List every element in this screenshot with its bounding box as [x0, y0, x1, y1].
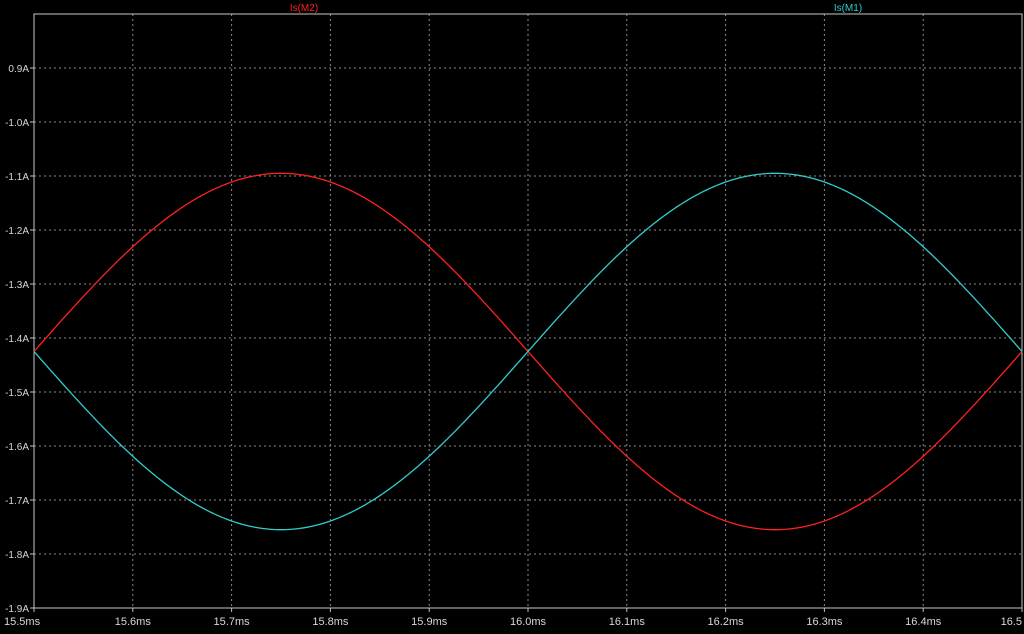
- plot-background: [0, 0, 1024, 629]
- x-tick-label: 15.8ms: [312, 616, 349, 628]
- y-tick-label: -1.9A: [5, 604, 29, 615]
- x-tick-label: 15.9ms: [411, 616, 448, 628]
- legend-label-ism1[interactable]: Is(M1): [834, 3, 862, 14]
- x-tick-label: 16.3ms: [806, 616, 843, 628]
- y-tick-label: -1.6A: [5, 442, 29, 453]
- y-tick-label: -1.0A: [5, 118, 29, 129]
- y-tick-label: -1.8A: [5, 550, 29, 561]
- x-tick-label: 16.4ms: [905, 616, 942, 628]
- y-tick-label: -1.5A: [5, 388, 29, 399]
- y-tick-label: -1.1A: [5, 172, 29, 183]
- y-tick-label: -1.7A: [5, 496, 29, 507]
- y-tick-label: 0.9A: [8, 64, 29, 75]
- x-tick-label: 16.1ms: [609, 616, 646, 628]
- y-tick-label: -1.3A: [5, 280, 29, 291]
- y-tick-label: -1.2A: [5, 226, 29, 237]
- x-tick-label: 15.6ms: [115, 616, 152, 628]
- x-tick-label: 15.7ms: [214, 616, 251, 628]
- x-tick-label: 16.5: [1001, 616, 1022, 628]
- waveform-plot: 15.5ms 15.6ms 15.7ms 15.8ms 15.9ms 16.0ms 16.1…: [0, 0, 1024, 629]
- legend-label-ism2[interactable]: Is(M2): [290, 3, 318, 14]
- x-tick-label: 15.5ms: [4, 616, 41, 628]
- x-tick-label: 16.0ms: [510, 616, 547, 628]
- y-tick-label: -1.4A: [5, 334, 29, 345]
- chart-svg: 15.5ms 15.6ms 15.7ms 15.8ms 15.9ms 16.0ms 16.1…: [0, 0, 1024, 629]
- x-tick-label: 16.2ms: [708, 616, 745, 628]
